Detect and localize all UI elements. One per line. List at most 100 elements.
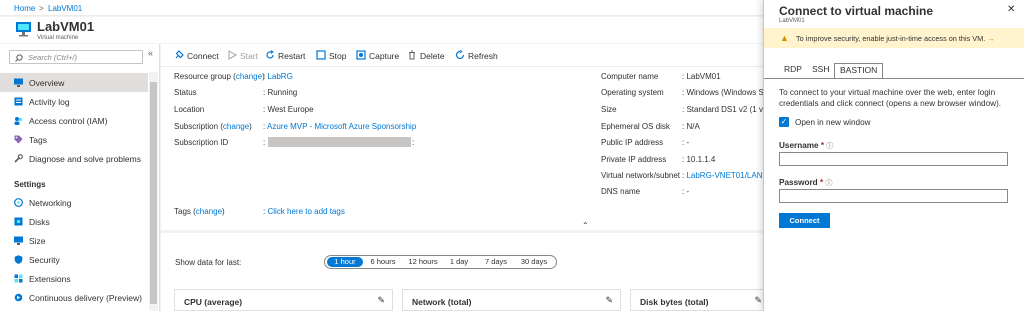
sidebar-item-tags[interactable]: Tags — [0, 130, 148, 149]
extensions-icon — [14, 274, 23, 283]
delivery-icon — [14, 293, 23, 302]
network-chart-tile[interactable]: Network (total) ✎ — [402, 289, 621, 311]
private-ip-label: Private IP address — [601, 155, 667, 164]
collapse-essentials-icon[interactable]: ⌃ — [582, 221, 589, 230]
open-new-window-checkbox[interactable]: ✓ — [779, 117, 789, 127]
security-warning-banner[interactable]: ▲ To improve security, enable just-in-ti… — [764, 28, 1024, 48]
resource-group-link[interactable]: LabRG — [267, 72, 292, 81]
subscription-id-label: Subscription ID — [174, 138, 229, 147]
range-6-hours[interactable]: 6 hours — [366, 257, 400, 267]
location-value: West Europe — [267, 105, 314, 114]
sidebar-item-disks[interactable]: Disks — [0, 212, 148, 231]
pin-icon[interactable]: ✎ — [754, 295, 762, 306]
ephemeral-disk-label: Ephemeral OS disk — [601, 122, 670, 131]
open-new-window-label: Open in new window — [795, 118, 871, 127]
sidebar-item-label: Extensions — [29, 274, 71, 284]
disk-chart-tile[interactable]: Disk bytes (total) ✎ — [630, 289, 770, 311]
breadcrumb-home[interactable]: Home — [14, 4, 35, 13]
scrollbar-thumb[interactable] — [150, 82, 157, 304]
range-30-days[interactable]: 30 days — [517, 257, 551, 267]
close-icon[interactable]: ✕ — [1007, 4, 1015, 15]
start-label: Start — [240, 51, 258, 61]
password-label: Password * ⓘ — [779, 178, 833, 187]
sidebar-item-extensions[interactable]: Extensions — [0, 269, 148, 288]
vnet-subnet-link[interactable]: LabRG-VNET01/LAN — [686, 171, 762, 180]
range-1-day[interactable]: 1 day — [446, 257, 472, 267]
sidebar-item-activity-log[interactable]: Activity log — [0, 92, 148, 111]
range-12-hours[interactable]: 12 hours — [404, 257, 442, 267]
search-icon — [15, 54, 23, 62]
subscription-label: Subscription (change) — [174, 122, 252, 131]
subscription-link[interactable]: Azure MVP - Microsoft Azure Sponsorship — [267, 122, 416, 131]
computer-name-value: LabVM01 — [686, 72, 721, 81]
toolbar-divider — [161, 66, 770, 67]
sidebar-item-label: Overview — [29, 78, 65, 88]
operating-system-label: Operating system — [601, 88, 664, 97]
pin-icon[interactable]: ✎ — [377, 295, 385, 306]
range-1-hour[interactable]: 1 hour — [327, 257, 363, 267]
tags-change-link[interactable]: change — [196, 207, 222, 216]
search-placeholder: Search (Ctrl+/) — [28, 53, 77, 62]
people-icon — [14, 117, 23, 125]
info-icon: ⓘ — [825, 180, 833, 187]
capture-label: Capture — [369, 51, 400, 61]
resource-group-change-link[interactable]: change — [236, 72, 262, 81]
sidebar-item-continuous-delivery[interactable]: Continuous delivery (Preview) — [0, 288, 148, 307]
sidebar-item-access-control[interactable]: Access control (IAM) — [0, 111, 148, 130]
time-range-selector: 1 hour 6 hours 12 hours 1 day 7 days 30 … — [324, 255, 557, 269]
dns-name-value: - — [686, 187, 690, 196]
sidebar-item-overview[interactable]: Overview — [0, 73, 148, 92]
restart-icon — [266, 50, 274, 59]
wrench-icon — [14, 154, 23, 163]
collapse-sidebar-icon[interactable]: « — [148, 48, 153, 58]
username-field[interactable] — [779, 152, 1008, 166]
sidebar-item-label: Continuous delivery (Preview) — [29, 293, 142, 303]
stop-label: Stop — [329, 51, 347, 61]
pin-icon[interactable]: ✎ — [605, 295, 613, 306]
ephemeral-disk-value: N/A — [686, 122, 700, 131]
sidebar-item-security[interactable]: Security — [0, 250, 148, 269]
resource-group-label: Resource group (change) — [174, 72, 265, 81]
sidebar-item-label: Size — [29, 236, 46, 246]
sidebar-item-networking[interactable]: Networking — [0, 193, 148, 212]
range-7-days[interactable]: 7 days — [481, 257, 511, 267]
breadcrumb-separator: > — [39, 4, 44, 13]
username-label: Username * ⓘ — [779, 141, 834, 150]
cpu-chart-tile[interactable]: CPU (average) ✎ — [174, 289, 393, 311]
redacted-subscription-id — [268, 137, 411, 147]
public-ip-value: - — [686, 138, 690, 147]
resource-header: LabVM01 Virtual machine — [0, 17, 770, 43]
sidebar-item-label: Activity log — [29, 97, 70, 107]
sidebar-item-label: Diagnose and solve problems — [29, 154, 141, 164]
trash-icon — [409, 50, 415, 60]
tab-ssh[interactable]: SSH — [808, 63, 833, 78]
monitor-icon — [14, 78, 23, 87]
search-input[interactable]: Search (Ctrl+/) — [9, 50, 143, 64]
bastion-connect-button[interactable]: Connect — [779, 213, 830, 228]
sidebar-item-label: Disks — [29, 217, 50, 227]
subscription-change-link[interactable]: change — [223, 122, 249, 131]
sidebar-item-size[interactable]: Size — [0, 231, 148, 250]
password-field[interactable] — [779, 189, 1008, 203]
warning-icon: ▲ — [780, 33, 789, 43]
arrow-right-icon: → — [987, 34, 995, 43]
location-label: Location — [174, 105, 205, 114]
tab-rdp[interactable]: RDP — [780, 63, 806, 78]
public-ip-label: Public IP address — [601, 138, 664, 147]
sidebar-scrollbar[interactable] — [149, 72, 158, 311]
delete-label: Delete — [420, 51, 445, 61]
operating-system-value: Windows (Windows S — [686, 88, 764, 97]
stop-icon — [316, 50, 326, 60]
breadcrumb-current[interactable]: LabVM01 — [48, 4, 82, 13]
warning-text: To improve security, enable just-in-time… — [796, 34, 986, 43]
tile-title: Network (total) — [412, 297, 472, 307]
sidebar-item-diagnose[interactable]: Diagnose and solve problems — [0, 149, 148, 168]
tab-bastion[interactable]: BASTION — [834, 63, 884, 78]
panel-title: Connect to virtual machine — [779, 4, 934, 18]
network-icon — [14, 198, 23, 207]
panel-subtitle: LabVM01 — [779, 18, 805, 24]
size-label: Size — [601, 105, 617, 114]
status-value: Running — [267, 88, 298, 97]
add-tags-link[interactable]: Click here to add tags — [267, 207, 344, 216]
restart-label: Restart — [278, 51, 306, 61]
